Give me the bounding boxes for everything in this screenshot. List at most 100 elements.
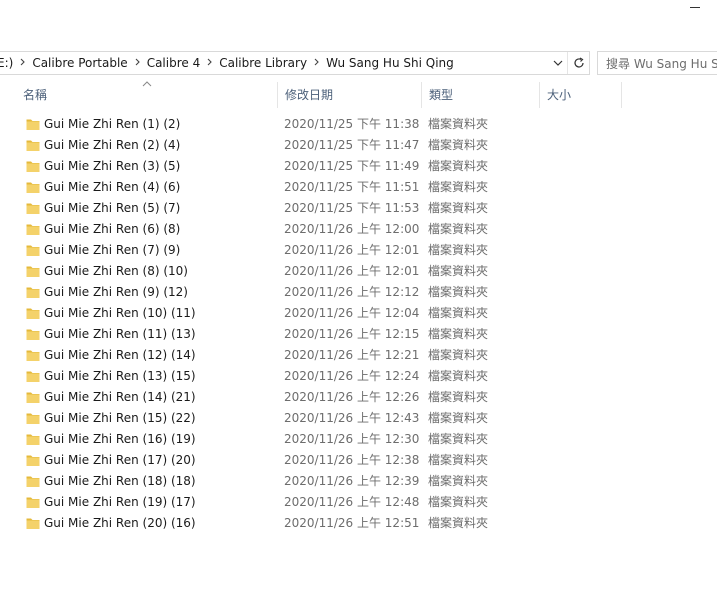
file-date: 2020/11/26 上午 12:38 <box>284 453 420 467</box>
file-name: Gui Mie Zhi Ren (7) (9) <box>44 243 181 257</box>
breadcrumb-segment[interactable]: Wu Sang Hu Shi Qing <box>326 56 454 70</box>
file-date: 2020/11/25 下午 11:47 <box>284 138 420 152</box>
file-row[interactable]: Gui Mie Zhi Ren (9) (12) 2020/11/26 上午 12… <box>0 282 717 303</box>
folder-icon <box>26 390 40 404</box>
sort-ascending-icon <box>142 81 152 87</box>
file-row[interactable]: Gui Mie Zhi Ren (2) (4) 2020/11/25 下午 11:… <box>0 135 717 156</box>
chevron-right-icon[interactable] <box>135 58 140 69</box>
file-row[interactable]: Gui Mie Zhi Ren (1) (2) 2020/11/25 下午 11:… <box>0 114 717 135</box>
folder-icon <box>26 327 40 341</box>
file-type: 檔案資料夾 <box>428 411 489 425</box>
file-name: Gui Mie Zhi Ren (9) (12) <box>44 285 188 299</box>
folder-icon <box>26 453 40 467</box>
folder-icon <box>26 264 40 278</box>
breadcrumb-segment[interactable]: Calibre 4 <box>147 56 201 70</box>
file-name: Gui Mie Zhi Ren (14) (21) <box>44 390 196 404</box>
file-row[interactable]: Gui Mie Zhi Ren (10) (11) 2020/11/26 上午 1… <box>0 303 717 324</box>
folder-icon <box>26 201 40 215</box>
file-row[interactable]: Gui Mie Zhi Ren (8) (10) 2020/11/26 上午 12… <box>0 261 717 282</box>
file-row[interactable]: Gui Mie Zhi Ren (4) (6) 2020/11/25 下午 11:… <box>0 177 717 198</box>
search-input[interactable]: 搜尋 Wu Sang Hu Shi Qing <box>597 51 717 75</box>
chevron-down-icon[interactable] <box>551 56 565 70</box>
folder-icon <box>26 306 40 320</box>
file-date: 2020/11/26 上午 12:15 <box>284 327 420 341</box>
column-label-type: 類型 <box>429 87 454 102</box>
column-label-size: 大小 <box>547 87 572 102</box>
folder-icon <box>26 180 40 194</box>
file-date: 2020/11/26 上午 12:43 <box>284 411 420 425</box>
file-type: 檔案資料夾 <box>428 327 489 341</box>
file-name: Gui Mie Zhi Ren (8) (10) <box>44 264 188 278</box>
file-row[interactable]: Gui Mie Zhi Ren (20) (16) 2020/11/26 上午 1… <box>0 513 717 534</box>
file-row[interactable]: Gui Mie Zhi Ren (19) (17) 2020/11/26 上午 1… <box>0 492 717 513</box>
file-name: Gui Mie Zhi Ren (15) (22) <box>44 411 196 425</box>
breadcrumb-segment[interactable]: E:) <box>0 56 13 70</box>
file-date: 2020/11/25 下午 11:49 <box>284 159 420 173</box>
file-row[interactable]: Gui Mie Zhi Ren (15) (22) 2020/11/26 上午 1… <box>0 408 717 429</box>
file-date: 2020/11/26 上午 12:39 <box>284 474 420 488</box>
file-row[interactable]: Gui Mie Zhi Ren (5) (7) 2020/11/25 下午 11:… <box>0 198 717 219</box>
file-name: Gui Mie Zhi Ren (3) (5) <box>44 159 181 173</box>
file-row[interactable]: Gui Mie Zhi Ren (13) (15) 2020/11/26 上午 1… <box>0 366 717 387</box>
breadcrumb: E:) Calibre Portable Calibre 4 Calibre Libr… <box>0 56 454 70</box>
column-label-name: 名稱 <box>23 87 48 102</box>
address-bar[interactable]: E:) Calibre Portable Calibre 4 Calibre Libr… <box>0 51 590 75</box>
file-name: Gui Mie Zhi Ren (5) (7) <box>44 201 181 215</box>
file-row[interactable]: Gui Mie Zhi Ren (12) (14) 2020/11/26 上午 1… <box>0 345 717 366</box>
file-row[interactable]: Gui Mie Zhi Ren (14) (21) 2020/11/26 上午 1… <box>0 387 717 408</box>
file-type: 檔案資料夾 <box>428 222 489 236</box>
folder-icon <box>26 159 40 173</box>
file-date: 2020/11/26 上午 12:30 <box>284 432 420 446</box>
folder-icon <box>26 432 40 446</box>
chevron-right-icon[interactable] <box>314 58 319 69</box>
file-row[interactable]: Gui Mie Zhi Ren (11) (13) 2020/11/26 上午 1… <box>0 324 717 345</box>
file-name: Gui Mie Zhi Ren (18) (18) <box>44 474 196 488</box>
file-type: 檔案資料夾 <box>428 264 489 278</box>
file-type: 檔案資料夾 <box>428 159 489 173</box>
file-date: 2020/11/26 上午 12:04 <box>284 306 420 320</box>
file-date: 2020/11/26 上午 12:01 <box>284 264 420 278</box>
file-name: Gui Mie Zhi Ren (1) (2) <box>44 117 181 131</box>
file-row[interactable]: Gui Mie Zhi Ren (6) (8) 2020/11/26 上午 12:… <box>0 219 717 240</box>
file-date: 2020/11/26 上午 12:51 <box>284 516 420 530</box>
file-type: 檔案資料夾 <box>428 495 489 509</box>
folder-icon <box>26 495 40 509</box>
column-header-size[interactable]: 大小 <box>540 80 622 108</box>
folder-icon <box>26 222 40 236</box>
breadcrumb-segment[interactable]: Calibre Library <box>219 56 307 70</box>
folder-icon <box>26 411 40 425</box>
column-header-date[interactable]: 修改日期 <box>278 80 422 108</box>
column-label-date: 修改日期 <box>285 87 334 102</box>
chevron-right-icon[interactable] <box>207 58 212 69</box>
minimize-icon[interactable] <box>690 7 700 8</box>
file-type: 檔案資料夾 <box>428 516 489 530</box>
breadcrumb-label: Calibre Library <box>219 56 308 70</box>
file-name: Gui Mie Zhi Ren (11) (13) <box>44 327 196 341</box>
file-type: 檔案資料夾 <box>428 432 489 446</box>
column-header-type[interactable]: 類型 <box>422 80 540 108</box>
file-row[interactable]: Gui Mie Zhi Ren (7) (9) 2020/11/26 上午 12:… <box>0 240 717 261</box>
chevron-right-icon[interactable] <box>20 58 26 69</box>
file-row[interactable]: Gui Mie Zhi Ren (3) (5) 2020/11/25 下午 11:… <box>0 156 717 177</box>
folder-icon <box>26 117 40 131</box>
file-row[interactable]: Gui Mie Zhi Ren (17) (20) 2020/11/26 上午 1… <box>0 450 717 471</box>
file-type: 檔案資料夾 <box>428 117 489 131</box>
refresh-icon[interactable] <box>567 52 589 74</box>
file-name: Gui Mie Zhi Ren (13) (15) <box>44 369 196 383</box>
folder-icon <box>26 243 40 257</box>
file-name: Gui Mie Zhi Ren (4) (6) <box>44 180 181 194</box>
file-name: Gui Mie Zhi Ren (16) (19) <box>44 432 196 446</box>
file-row[interactable]: Gui Mie Zhi Ren (18) (18) 2020/11/26 上午 1… <box>0 471 717 492</box>
file-row[interactable]: Gui Mie Zhi Ren (16) (19) 2020/11/26 上午 1… <box>0 429 717 450</box>
file-type: 檔案資料夾 <box>428 453 489 467</box>
file-type: 檔案資料夾 <box>428 201 489 215</box>
file-date: 2020/11/26 上午 12:26 <box>284 390 420 404</box>
file-type: 檔案資料夾 <box>428 306 489 320</box>
folder-icon <box>26 285 40 299</box>
file-list: Gui Mie Zhi Ren (1) (2) 2020/11/25 下午 11:… <box>0 114 717 534</box>
file-name: Gui Mie Zhi Ren (20) (16) <box>44 516 196 530</box>
file-date: 2020/11/25 下午 11:51 <box>284 180 420 194</box>
folder-icon <box>26 138 40 152</box>
breadcrumb-segment[interactable]: Calibre Portable <box>32 56 127 70</box>
file-type: 檔案資料夾 <box>428 474 489 488</box>
